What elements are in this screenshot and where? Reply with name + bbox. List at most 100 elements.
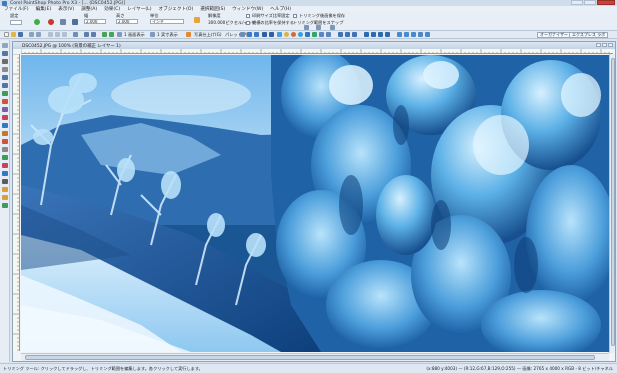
- fit-window-icon[interactable]: [117, 32, 122, 37]
- palette-12-icon[interactable]: [319, 32, 324, 37]
- warp-tool-icon[interactable]: [2, 203, 8, 208]
- fill-tool-icon[interactable]: [2, 171, 8, 176]
- unit-select[interactable]: インチ: [150, 19, 184, 24]
- zoom-in-icon[interactable]: [102, 32, 107, 37]
- organizer-tab[interactable]: オーガナイザー: [537, 32, 571, 38]
- zoom-tool-icon[interactable]: [2, 51, 8, 56]
- cut-icon[interactable]: [48, 32, 53, 37]
- preset-dropdown[interactable]: [10, 20, 22, 25]
- snap-button-2[interactable]: [316, 25, 321, 30]
- maximize-button[interactable]: [584, 0, 596, 5]
- selection-tool-icon[interactable]: [2, 75, 8, 80]
- actual-size-icon[interactable]: [150, 32, 155, 37]
- palette-2-icon[interactable]: [247, 32, 252, 37]
- vertical-scrollbar[interactable]: [609, 54, 615, 353]
- preset-label: 設定: [10, 13, 19, 18]
- palette-5-icon[interactable]: [269, 32, 274, 37]
- palette-17-icon[interactable]: [364, 32, 369, 37]
- crop-tool-icon[interactable]: [2, 99, 8, 104]
- palette-25-icon[interactable]: [425, 32, 430, 37]
- eraser-tool-icon[interactable]: [2, 163, 8, 168]
- palette-6-icon[interactable]: [277, 32, 282, 37]
- minimize-button[interactable]: [571, 0, 583, 5]
- snap-icon[interactable]: [60, 19, 66, 25]
- palette-16-icon[interactable]: [352, 32, 357, 37]
- pick-tool-icon[interactable]: [2, 59, 8, 64]
- layer-icon[interactable]: [72, 19, 78, 25]
- actual-size-button[interactable]: 1 実寸表示: [157, 32, 178, 38]
- palette-4-icon[interactable]: [262, 32, 267, 37]
- open-folder-icon[interactable]: [11, 32, 16, 37]
- height-field[interactable]: 2.000: [116, 19, 138, 24]
- palette-23-icon[interactable]: [411, 32, 416, 37]
- red-eye-tool-icon[interactable]: [2, 115, 8, 120]
- palette-15-icon[interactable]: [345, 32, 350, 37]
- scratch-remover-icon[interactable]: [2, 139, 8, 144]
- text-tool-icon[interactable]: [2, 179, 8, 184]
- new-file-icon[interactable]: [4, 32, 9, 37]
- pan-tool-icon[interactable]: [2, 43, 8, 48]
- cancel-icon[interactable]: [48, 19, 54, 25]
- palette-22-icon[interactable]: [404, 32, 409, 37]
- zoom-out-icon[interactable]: [109, 32, 114, 37]
- shape-tool-icon[interactable]: [2, 187, 8, 192]
- rotate-icon[interactable]: [91, 32, 96, 37]
- document-titlebar[interactable]: DSC0452.JPG @ 100% (背景の補正 レイヤー 1): [13, 42, 615, 49]
- document-window: DSC0452.JPG @ 100% (背景の補正 レイヤー 1): [12, 41, 616, 362]
- dodge-tool-icon[interactable]: [2, 147, 8, 152]
- snap-button-1[interactable]: [304, 25, 309, 30]
- save-icon[interactable]: [18, 32, 23, 37]
- print-size-checkbox[interactable]: [246, 14, 250, 18]
- crop-to-selection-icon[interactable]: [84, 32, 89, 37]
- print-icon[interactable]: [73, 32, 78, 37]
- palette-11-icon[interactable]: [312, 32, 317, 37]
- palette-8-icon[interactable]: [291, 32, 296, 37]
- express-lab-tab[interactable]: エクスプレス ラボ: [569, 32, 609, 38]
- save-after-crop-label: トリミング後画像を保存: [299, 13, 346, 18]
- palette-1-icon[interactable]: [240, 32, 245, 37]
- palette-13-icon[interactable]: [326, 32, 331, 37]
- palette-24-icon[interactable]: [418, 32, 423, 37]
- palette-14-icon[interactable]: [338, 32, 343, 37]
- snap-button-3[interactable]: [330, 25, 335, 30]
- keep-ratio-checkbox[interactable]: [246, 21, 250, 25]
- image-canvas[interactable]: [21, 55, 609, 352]
- palette-9-icon[interactable]: [298, 32, 303, 37]
- horizontal-scrollbar[interactable]: [21, 353, 609, 361]
- resolution-label: 解像度: [208, 13, 221, 18]
- palette-20-icon[interactable]: [385, 32, 390, 37]
- palette-18-icon[interactable]: [371, 32, 376, 37]
- close-button[interactable]: [597, 0, 615, 5]
- vertical-scroll-thumb[interactable]: [611, 58, 615, 346]
- copy-icon[interactable]: [55, 32, 60, 37]
- save-after-crop-checkbox[interactable]: [293, 14, 297, 18]
- horizontal-scroll-thumb[interactable]: [25, 355, 595, 360]
- palette-7-icon[interactable]: [284, 32, 289, 37]
- smudge-tool-icon[interactable]: [2, 155, 8, 160]
- move-tool-icon[interactable]: [2, 67, 8, 72]
- photo-fix-button[interactable]: 写真仕上げ(G): [194, 32, 221, 38]
- redo-icon[interactable]: [36, 32, 41, 37]
- fit-window-button[interactable]: 1 画面表示: [124, 32, 145, 38]
- palette-21-icon[interactable]: [397, 32, 402, 37]
- palette-10-icon[interactable]: [305, 32, 310, 37]
- straighten-tool-icon[interactable]: [2, 107, 8, 112]
- dropper-tool-icon[interactable]: [2, 91, 8, 96]
- document-title: DSC0452.JPG @ 100% (背景の補正 レイヤー 1): [22, 43, 121, 49]
- palette-3-icon[interactable]: [254, 32, 259, 37]
- brush-tool-icon[interactable]: [2, 123, 8, 128]
- pen-tool-icon[interactable]: [2, 195, 8, 200]
- freehand-selection-icon[interactable]: [2, 83, 8, 88]
- doc-close-button[interactable]: [608, 43, 613, 47]
- clone-tool-icon[interactable]: [2, 131, 8, 136]
- doc-minimize-button[interactable]: [596, 43, 601, 47]
- swap-icon[interactable]: [194, 17, 200, 23]
- paste-icon[interactable]: [62, 32, 67, 37]
- palette-19-icon[interactable]: [378, 32, 383, 37]
- doc-maximize-button[interactable]: [602, 43, 607, 47]
- width-field[interactable]: 2.000: [84, 19, 106, 24]
- undo-icon[interactable]: [29, 32, 34, 37]
- photo-fix-icon[interactable]: [186, 32, 191, 37]
- standard-toolbar: 1 画面表示 1 実寸表示 写真仕上げ(G) パレット(P) オーガナイザー エ…: [0, 31, 617, 39]
- apply-icon[interactable]: [34, 19, 40, 25]
